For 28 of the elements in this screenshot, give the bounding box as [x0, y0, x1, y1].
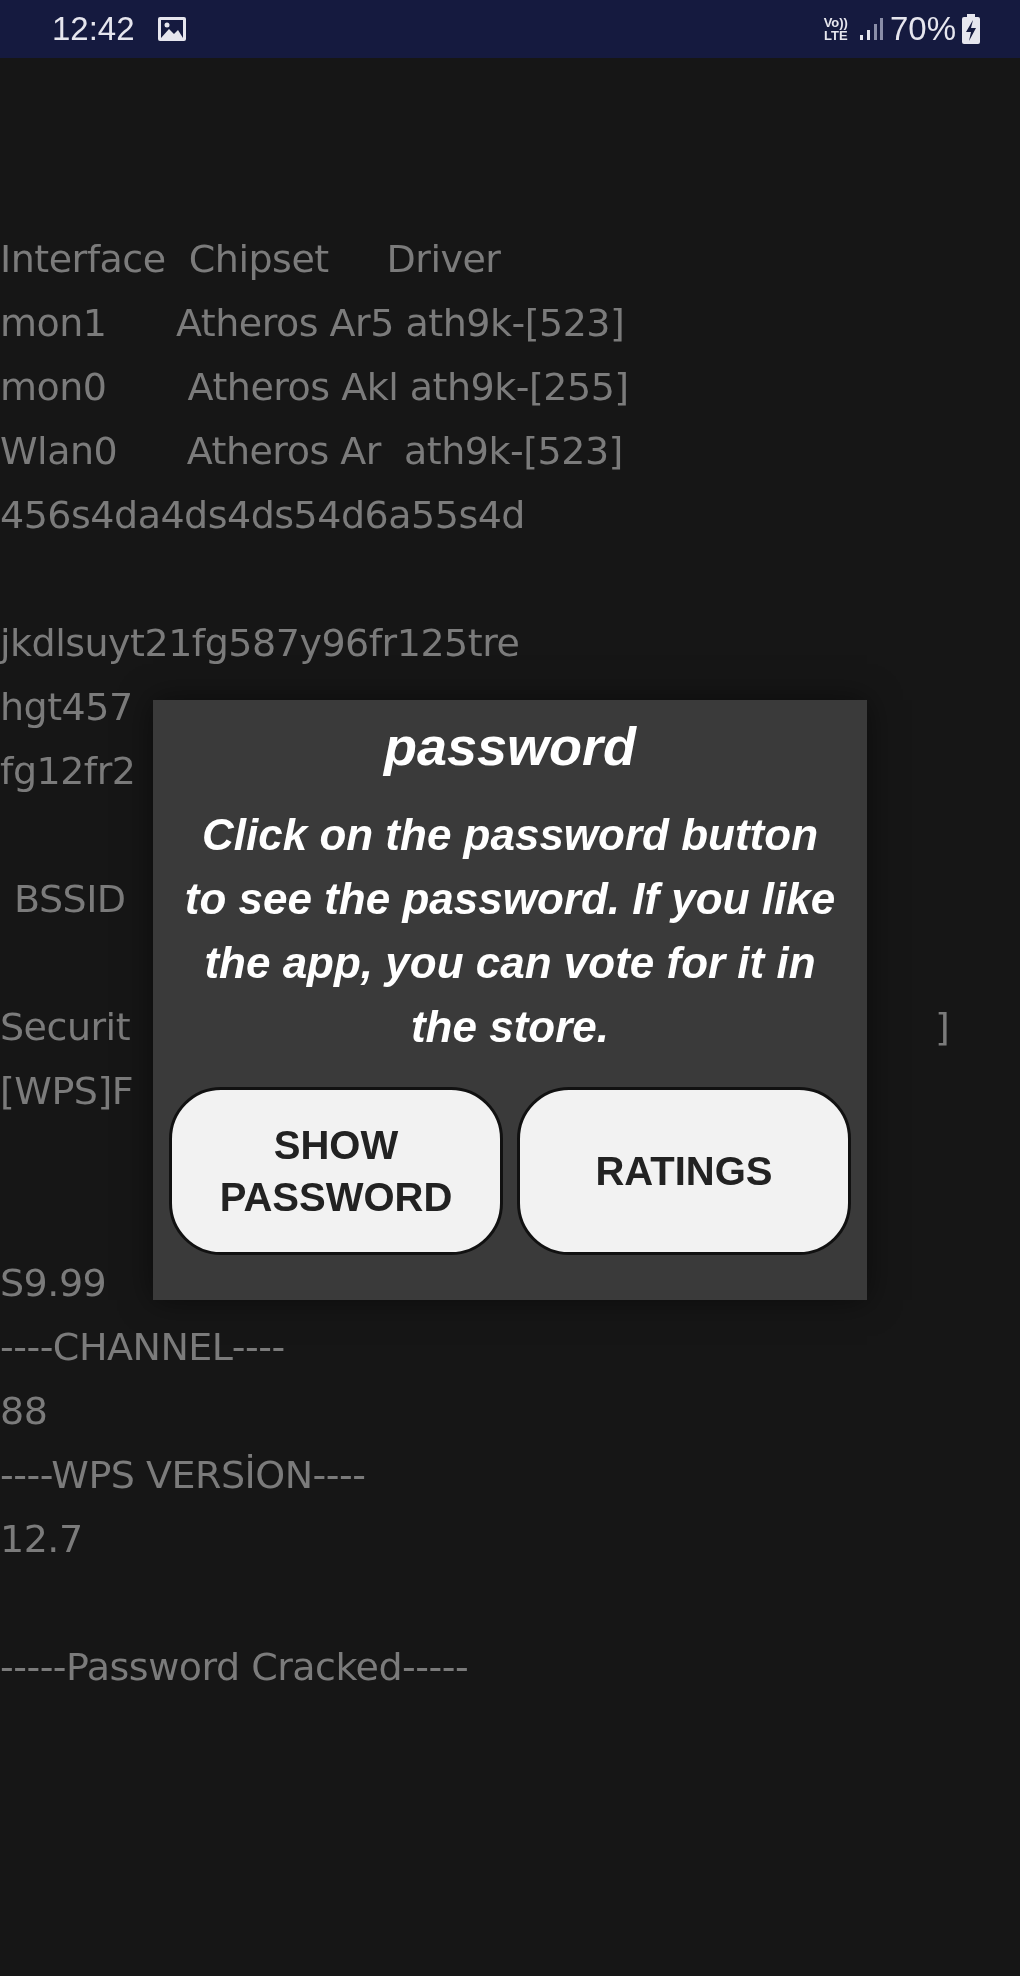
console-line: 12.7 — [0, 1517, 83, 1561]
dialog-message: Click on the password button to see the password. If you like the app, you can vote for it in the store. — [183, 808, 837, 1053]
console-line: [WPS]F — [0, 1069, 134, 1113]
console-line: Wlan0 Atheros Ar ath9k-[523] — [0, 429, 623, 473]
console-line: BSSID — [14, 877, 126, 921]
dialog-title: password — [383, 715, 637, 778]
console-line: ----CHANNEL---- — [0, 1325, 285, 1369]
battery-charging-icon — [962, 14, 980, 44]
console-line: mon0 Atheros Akl ath9k-[255] — [0, 365, 629, 409]
signal-icon — [857, 16, 884, 42]
volte-label: Vo)) — [823, 16, 848, 29]
image-icon — [156, 16, 187, 42]
clock: 12:42 — [52, 10, 135, 48]
console-line: Interface Chipset Driver — [0, 237, 501, 281]
console-line: 456s4da4ds4ds54d6a55s4d — [0, 493, 525, 537]
ratings-button[interactable]: RATINGS — [517, 1086, 851, 1255]
console-line: hgt457 — [0, 685, 133, 729]
console-line: -----Password Cracked----- — [0, 1645, 469, 1689]
console-fragment: ] — [935, 1005, 950, 1049]
console-line: 88 — [0, 1389, 48, 1433]
show-password-button[interactable]: SHOW PASSWORD — [169, 1086, 503, 1255]
console-line: S9.99 — [0, 1261, 107, 1305]
console-line: Securit — [0, 1005, 131, 1049]
lte-label: LTE — [824, 29, 848, 42]
console-line: mon1 Atheros Ar5 ath9k-[523] — [0, 301, 625, 345]
console-line: fg12fr2 — [0, 749, 136, 793]
battery-level: 70% — [889, 10, 956, 48]
console-line: ----WPS VERSİON---- — [0, 1453, 366, 1497]
